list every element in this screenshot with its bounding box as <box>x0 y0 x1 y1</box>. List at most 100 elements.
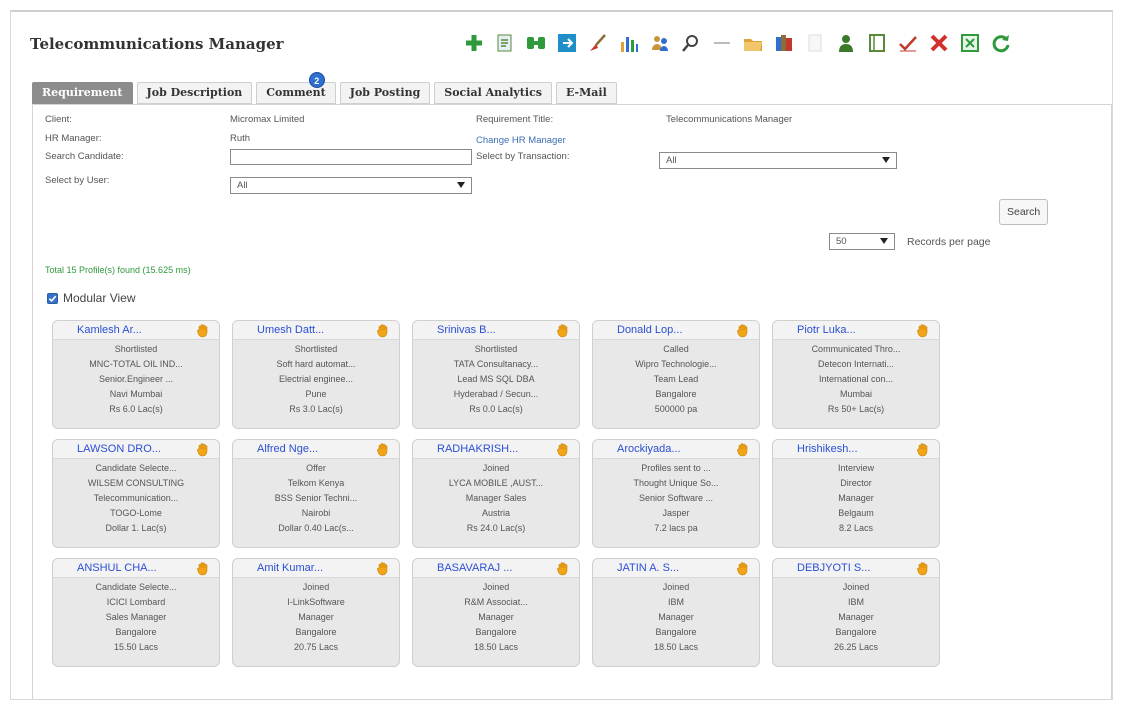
candidate-status: Candidate Selecte... <box>95 463 177 473</box>
toolbar-button-bar-chart[interactable] <box>616 30 642 56</box>
toolbar-button-broom[interactable] <box>585 30 611 56</box>
candidate-card[interactable]: Srinivas B... Shortlisted TATA Consultana… <box>412 320 580 429</box>
candidate-name-link[interactable]: Umesh Datt... <box>257 324 324 336</box>
toolbar-button-blank-doc[interactable] <box>802 30 828 56</box>
hand-icon[interactable] <box>195 322 211 338</box>
toolbar-button-excel[interactable] <box>957 30 983 56</box>
toolbar-button-notebook[interactable] <box>864 30 890 56</box>
user-label: Select by User: <box>45 175 110 186</box>
transaction-select[interactable]: All <box>659 152 897 169</box>
hand-icon[interactable] <box>915 441 931 457</box>
tab-social-analytics[interactable]: Social Analytics <box>434 82 552 104</box>
search-button[interactable]: Search <box>999 199 1049 225</box>
candidate-name-link[interactable]: JATIN A. S... <box>617 562 679 574</box>
tab-requirement[interactable]: Requirement <box>32 82 133 104</box>
candidate-name-link[interactable]: DEBJYOTI S... <box>797 562 870 574</box>
toolbar-button-close[interactable] <box>926 30 952 56</box>
candidate-name-link[interactable]: Srinivas B... <box>437 324 496 336</box>
candidate-card[interactable]: Amit Kumar... Joined I-LinkSoftware Manage… <box>232 558 400 667</box>
hand-icon[interactable] <box>555 560 571 576</box>
toolbar-button-document[interactable] <box>492 30 518 56</box>
toolbar-button-folder[interactable] <box>740 30 766 56</box>
candidate-card[interactable]: LAWSON DRO... Candidate Selecte... WILSEM… <box>52 439 220 548</box>
candidate-card[interactable]: Donald Lop... Called Wipro Technologie...… <box>592 320 760 429</box>
binoculars-icon <box>527 37 545 49</box>
candidate-salary: 15.50 Lacs <box>113 642 159 652</box>
toolbar-button-check[interactable] <box>895 30 921 56</box>
candidate-name-link[interactable]: RADHAKRISH... <box>437 443 518 455</box>
hand-icon[interactable] <box>735 322 751 338</box>
modular-view-checkbox[interactable] <box>47 292 58 304</box>
toolbar-button-refresh[interactable] <box>988 30 1014 56</box>
candidate-name-link[interactable]: Kamlesh Ar... <box>77 324 142 336</box>
toolbar-button-user[interactable] <box>833 30 859 56</box>
toolbar-button-people[interactable] <box>647 30 673 56</box>
transaction-label: Select by Transaction: <box>476 151 570 162</box>
candidate-card-body: Candidate Selecte... ICICI Lombard Sales M… <box>53 578 219 655</box>
candidate-card[interactable]: Arockiyada... Profiles sent to ... Though… <box>592 439 760 548</box>
hand-icon[interactable] <box>735 441 751 457</box>
candidate-designation: BSS Senior Techni... <box>274 493 358 503</box>
candidate-card[interactable]: Alfred Nge... Offer Telkom Kenya BSS Senio… <box>232 439 400 548</box>
hand-icon[interactable] <box>375 441 391 457</box>
hand-icon[interactable] <box>555 441 571 457</box>
candidate-name-link[interactable]: BASAVARAJ ... <box>437 562 512 574</box>
tab-job-description[interactable]: Job Description <box>136 82 253 104</box>
toolbar-button-add[interactable] <box>461 30 487 56</box>
candidate-company: Telkom Kenya <box>287 478 345 488</box>
toolbar-button-binoculars[interactable] <box>523 30 549 56</box>
toolbar-button-magnify[interactable] <box>678 30 704 56</box>
toolbar-button-books[interactable] <box>771 30 797 56</box>
candidate-card-body: Candidate Selecte... WILSEM CONSULTING Tel… <box>53 459 219 536</box>
candidate-designation: Manager <box>658 612 694 622</box>
minus-icon <box>714 42 730 44</box>
hand-icon[interactable] <box>915 322 931 338</box>
candidate-designation: Senior.Engineer ... <box>98 374 174 384</box>
hand-icon[interactable] <box>915 560 931 576</box>
toolbar-button-minus[interactable] <box>709 30 735 56</box>
candidate-salary: 8.2 Lacs <box>838 523 874 533</box>
user-select[interactable]: All <box>230 177 472 194</box>
change-hr-manager-link[interactable]: Change HR Manager <box>476 135 566 146</box>
candidate-card[interactable]: Kamlesh Ar... Shortlisted MNC-TOTAL OIL I… <box>52 320 220 429</box>
hand-icon[interactable] <box>555 322 571 338</box>
hand-icon[interactable] <box>195 560 211 576</box>
candidate-card[interactable]: JATIN A. S... Joined IBM Manager Bangalore 1… <box>592 558 760 667</box>
tab-e-mail[interactable]: E-Mail <box>555 82 617 104</box>
candidate-name-link[interactable]: ANSHUL CHA... <box>77 562 157 574</box>
toolbar-button-share[interactable] <box>554 30 580 56</box>
candidate-card-body: Shortlisted TATA Consultanacy... Lead MS S… <box>413 340 579 417</box>
candidate-name-link[interactable]: Hrishikesh... <box>797 443 858 455</box>
candidate-status: Joined <box>482 463 510 473</box>
candidate-name-link[interactable]: Alfred Nge... <box>257 443 318 455</box>
candidate-salary: Rs 3.0 Lac(s) <box>289 404 343 414</box>
records-per-page-select[interactable]: 50 <box>829 233 895 250</box>
tab-job-posting[interactable]: Job Posting <box>339 82 431 104</box>
candidate-salary: Rs 50+ Lac(s) <box>827 404 885 414</box>
candidate-location: Navi Mumbai <box>109 389 163 399</box>
candidate-name-link[interactable]: Amit Kumar... <box>257 562 323 574</box>
hand-icon[interactable] <box>375 560 391 576</box>
hand-icon[interactable] <box>735 560 751 576</box>
candidate-card[interactable]: ANSHUL CHA... Candidate Selecte... ICICI … <box>52 558 220 667</box>
candidate-card[interactable]: Hrishikesh... Interview Director Manager Be… <box>772 439 940 548</box>
hand-icon[interactable] <box>195 441 211 457</box>
hand-icon[interactable] <box>375 322 391 338</box>
candidate-name-link[interactable]: Donald Lop... <box>617 324 682 336</box>
candidate-name-link[interactable]: Piotr Luka... <box>797 324 856 336</box>
candidate-card[interactable]: RADHAKRISH... Joined LYCA MOBILE ,AUST...… <box>412 439 580 548</box>
candidate-name-link[interactable]: LAWSON DRO... <box>77 443 161 455</box>
candidate-card-body: Joined R&M Associat... Manager Bangalore 18.… <box>413 578 579 655</box>
candidate-card[interactable]: Piotr Luka... Communicated Thro... Deteco… <box>772 320 940 429</box>
candidate-card[interactable]: DEBJYOTI S... Joined IBM Manager Bangalore 2… <box>772 558 940 667</box>
candidate-location: Pune <box>305 389 327 399</box>
candidate-card[interactable]: BASAVARAJ ... Joined R&M Associat... Manag… <box>412 558 580 667</box>
tab-label: Social Analytics <box>444 86 542 99</box>
candidate-name-link[interactable]: Arockiyada... <box>617 443 681 455</box>
candidate-card[interactable]: Umesh Datt... Shortlisted Soft hard autom… <box>232 320 400 429</box>
modular-view-toggle[interactable]: Modular View <box>47 291 135 305</box>
search-candidate-input[interactable] <box>230 149 472 165</box>
tab-comment[interactable]: Comment 2 <box>256 72 336 104</box>
candidate-designation: Electrial enginee... <box>278 374 354 384</box>
candidate-designation: Manager <box>298 612 334 622</box>
